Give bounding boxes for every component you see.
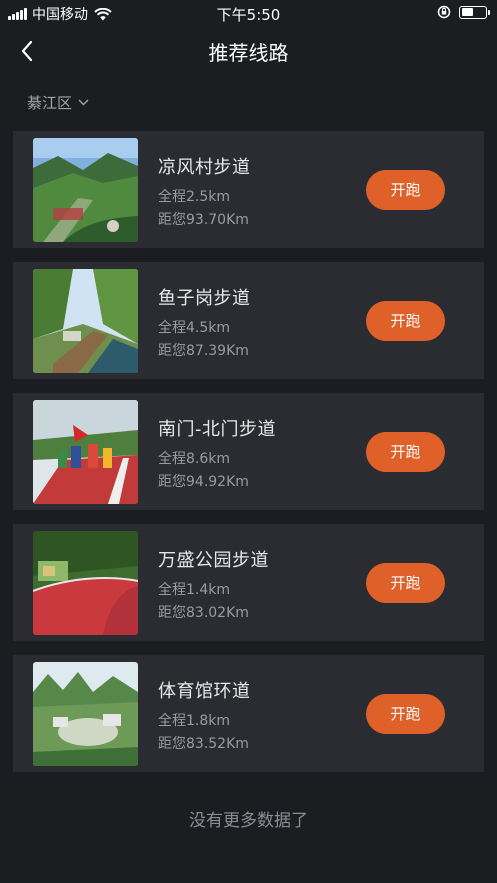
route-length: 全程4.5km [158, 320, 231, 336]
route-length: 全程8.6km [158, 451, 231, 467]
route-name: 万盛公园步道 [158, 550, 269, 571]
route-card[interactable]: 凉风村步道 全程2.5km 距您93.70Km 开跑 [13, 131, 484, 248]
route-card[interactable]: 鱼子岗步道 全程4.5km 距您87.39Km 开跑 [13, 262, 484, 379]
start-run-button[interactable]: 开跑 [366, 694, 445, 734]
chevron-down-icon [78, 99, 89, 106]
route-length: 全程1.4km [158, 582, 231, 598]
route-card[interactable]: 万盛公园步道 全程1.4km 距您83.02Km 开跑 [13, 524, 484, 641]
battery-icon [459, 5, 490, 19]
route-distance: 距您93.70Km [158, 212, 249, 228]
route-card[interactable]: 南门-北门步道 全程8.6km 距您94.92Km 开跑 [13, 393, 484, 510]
route-distance: 距您94.92Km [158, 474, 249, 490]
route-length: 全程2.5km [158, 189, 231, 205]
status-time: 下午5:50 [216, 6, 281, 24]
start-run-button[interactable]: 开跑 [366, 170, 445, 210]
route-name: 凉风村步道 [158, 157, 251, 178]
route-name: 体育馆环道 [158, 681, 251, 702]
route-distance: 距您83.52Km [158, 736, 249, 752]
route-photo [33, 269, 138, 373]
nav-bar: 推荐线路 [0, 26, 497, 76]
route-photo [33, 138, 138, 242]
route-length: 全程1.8km [158, 713, 231, 729]
start-run-button[interactable]: 开跑 [366, 301, 445, 341]
route-photo [33, 531, 138, 635]
route-card[interactable]: 体育馆环道 全程1.8km 距您83.52Km 开跑 [13, 655, 484, 772]
district-label: 綦江区 [27, 94, 73, 112]
page-title: 推荐线路 [208, 41, 289, 65]
no-more-data-text: 没有更多数据了 [189, 811, 308, 831]
route-distance: 距您83.02Km [158, 605, 249, 621]
route-name: 鱼子岗步道 [158, 288, 251, 309]
start-run-button[interactable]: 开跑 [366, 563, 445, 603]
start-run-button[interactable]: 开跑 [366, 432, 445, 472]
route-distance: 距您87.39Km [158, 343, 249, 359]
status-right [437, 5, 490, 19]
route-photo [33, 400, 138, 504]
route-photo [33, 662, 138, 766]
rotation-lock-icon [437, 5, 451, 19]
status-bar: 中国移动 下午5:50 [0, 0, 497, 26]
district-filter[interactable]: 綦江区 [27, 92, 89, 113]
route-name: 南门-北门步道 [158, 419, 276, 440]
route-list: 凉风村步道 全程2.5km 距您93.70Km 开跑 鱼子岗步道 全程4.5km… [13, 131, 484, 786]
